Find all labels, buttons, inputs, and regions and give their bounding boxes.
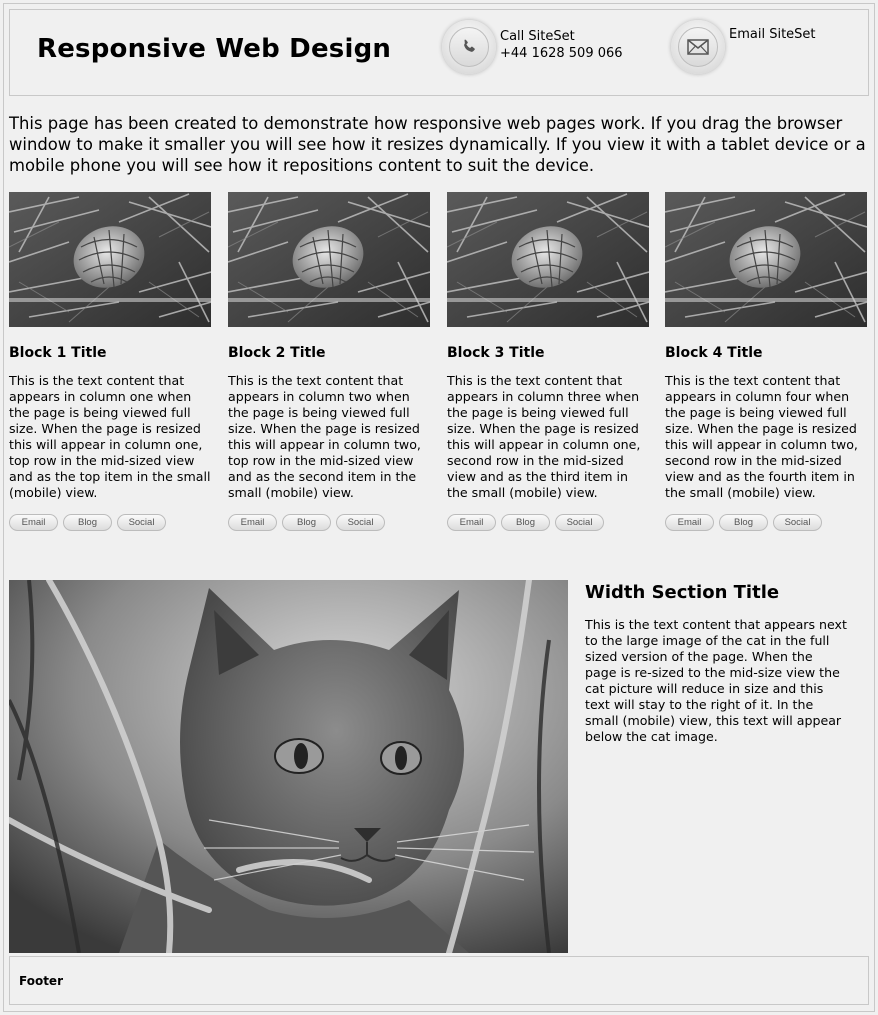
blog-button[interactable]: Blog	[63, 514, 112, 531]
email-contact[interactable]: Email SiteSet	[671, 20, 816, 74]
footer-label: Footer	[19, 974, 63, 988]
cat-image	[9, 580, 568, 953]
envelope-icon[interactable]	[671, 20, 725, 74]
site-title: Responsive Web Design	[37, 34, 392, 64]
block-text: This is the text content that appears in…	[228, 373, 421, 500]
block-3: Block 3 Title This is the text content t…	[447, 192, 649, 531]
block-text: This is the text content that appears in…	[9, 373, 211, 500]
social-button[interactable]: Social	[336, 514, 385, 531]
intro-text: This page has been created to demonstrat…	[9, 114, 866, 175]
call-contact[interactable]: Call SiteSet +44 1628 509 066	[442, 20, 623, 74]
block-text: This is the text content that appears in…	[447, 373, 641, 500]
call-label: Call SiteSet	[500, 29, 575, 44]
phone-icon[interactable]	[442, 20, 496, 74]
site-header: Responsive Web Design Call SiteSet +44 1…	[9, 9, 869, 96]
social-button[interactable]: Social	[773, 514, 822, 531]
pinecone-image	[447, 192, 649, 327]
email-button[interactable]: Email	[228, 514, 277, 531]
block-2: Block 2 Title This is the text content t…	[228, 192, 430, 531]
email-button[interactable]: Email	[447, 514, 496, 531]
block-title: Block 4 Title	[665, 345, 763, 361]
block-4: Block 4 Title This is the text content t…	[665, 192, 867, 531]
pinecone-image	[665, 192, 867, 327]
social-button[interactable]: Social	[117, 514, 166, 531]
width-section-title: Width Section Title	[585, 582, 780, 603]
blog-button[interactable]: Blog	[501, 514, 550, 531]
blog-button[interactable]: Blog	[719, 514, 768, 531]
width-section-text: This is the text content that appears ne…	[585, 617, 847, 744]
pinecone-image	[9, 192, 211, 327]
pinecone-image	[228, 192, 430, 327]
block-1: Block 1 Title This is the text content t…	[9, 192, 211, 531]
block-title: Block 1 Title	[9, 345, 107, 361]
block-title: Block 2 Title	[228, 345, 326, 361]
social-button[interactable]: Social	[555, 514, 604, 531]
email-label[interactable]: Email SiteSet	[729, 26, 816, 43]
block-text: This is the text content that appears in…	[665, 373, 858, 500]
block-title: Block 3 Title	[447, 345, 545, 361]
email-button[interactable]: Email	[665, 514, 714, 531]
site-footer: Footer	[9, 956, 869, 1005]
phone-number[interactable]: +44 1628 509 066	[500, 45, 623, 62]
email-button[interactable]: Email	[9, 514, 58, 531]
blog-button[interactable]: Blog	[282, 514, 331, 531]
